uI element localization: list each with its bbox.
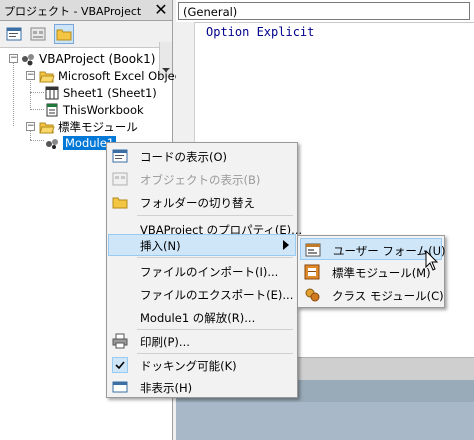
menu-item-dockable[interactable]: ドッキング可能(K) xyxy=(108,354,296,376)
collapse-root-toggle[interactable]: − xyxy=(9,54,18,63)
menu-item-label: 挿入(N) xyxy=(140,239,181,253)
folder-icon xyxy=(112,194,128,210)
workbook-icon xyxy=(46,103,58,116)
toggle-folders-icon xyxy=(56,29,72,41)
menu-separator xyxy=(137,215,293,216)
module-icon xyxy=(304,264,320,280)
collapse-excel-objects-toggle[interactable]: − xyxy=(26,71,35,80)
toggle-folders-button[interactable] xyxy=(54,24,74,44)
menu-item-label: ファイルのエクスポート(E)... xyxy=(140,288,294,302)
menu-item-remove-module[interactable]: Module1 の解放(R)... xyxy=(108,306,296,328)
tree-label-vbaproject: VBAProject (Book1) xyxy=(39,51,156,66)
code-line: Option Explicit xyxy=(206,25,315,39)
vbaproject-icon xyxy=(22,53,34,65)
menu-item-label: ドッキング可能(K) xyxy=(140,359,237,373)
view-code-button[interactable] xyxy=(4,24,24,44)
tree-node-sheet1[interactable]: Sheet1 (Sheet1) xyxy=(44,84,157,101)
class-module-icon xyxy=(304,287,320,303)
folder-open-icon xyxy=(39,122,55,133)
menu-item-import-file[interactable]: ファイルのインポート(I)... xyxy=(108,260,296,282)
view-object-button[interactable] xyxy=(28,24,48,44)
project-explorer-titlebar[interactable]: プロジェクト - VBAProject ✕ xyxy=(0,0,172,21)
view-object-icon xyxy=(30,27,46,41)
menu-item-label: 非表示(H) xyxy=(140,381,193,395)
menu-item-export-file[interactable]: ファイルのエクスポート(E)... xyxy=(108,283,296,305)
submenu-item-class-module[interactable]: クラス モジュール(C) xyxy=(300,284,444,306)
menu-item-label: Module1 の解放(R)... xyxy=(140,311,256,325)
object-combo-value: (General) xyxy=(183,5,238,19)
project-explorer-toolbar xyxy=(0,21,172,78)
collapse-modules-toggle[interactable]: − xyxy=(26,122,35,131)
userform-icon xyxy=(305,242,321,258)
menu-separator xyxy=(137,257,293,258)
view-code-icon xyxy=(6,27,22,41)
submenu-item-userform[interactable]: ユーザー フォーム(U) xyxy=(300,238,445,260)
tree-label-excel-objects: Microsoft Excel Objec xyxy=(58,68,182,83)
tree-node-vbaproject[interactable]: VBAProject (Book1) xyxy=(20,50,155,67)
insert-submenu: ユーザー フォーム(U) 標準モジュール(M) クラス モジュール(C) xyxy=(297,235,445,308)
context-menu: コードの表示(O) オブジェクトの表示(B) フォルダーの切り替え VBAPro… xyxy=(106,142,302,398)
mouse-cursor-icon xyxy=(425,250,439,271)
submenu-item-label: 標準モジュール(M) xyxy=(332,266,431,280)
menu-item-hide[interactable]: 非表示(H) xyxy=(108,376,296,398)
object-combo[interactable]: (General) xyxy=(178,2,470,20)
menu-item-insert[interactable]: 挿入(N) xyxy=(108,234,296,256)
menu-item-print[interactable]: 印刷(P)... xyxy=(108,330,296,352)
menu-item-view-code[interactable]: コードの表示(O) xyxy=(108,145,296,167)
menu-item-toggle-folders[interactable]: フォルダーの切り替え xyxy=(108,191,296,213)
tree-node-thisworkbook[interactable]: ThisWorkbook xyxy=(44,101,144,118)
project-explorer-title: プロジェクト - VBAProject xyxy=(4,5,142,18)
hide-window-icon xyxy=(112,379,128,395)
menu-item-label: 印刷(P)... xyxy=(140,335,190,349)
submenu-arrow-icon xyxy=(283,240,289,250)
tree-label-modules: 標準モジュール xyxy=(58,119,138,134)
check-icon xyxy=(112,357,128,373)
submenu-item-label: クラス モジュール(C) xyxy=(332,289,444,303)
tree-node-modules[interactable]: 標準モジュール xyxy=(39,118,138,135)
menu-item-label: コードの表示(O) xyxy=(140,150,228,164)
menu-item-label: オブジェクトの表示(B) xyxy=(140,173,261,187)
worksheet-icon xyxy=(45,86,59,99)
tree-label-thisworkbook: ThisWorkbook xyxy=(63,102,144,117)
menu-item-view-object[interactable]: オブジェクトの表示(B) xyxy=(108,168,296,190)
view-code-icon xyxy=(112,148,128,164)
printer-icon xyxy=(112,333,128,349)
module-icon xyxy=(46,138,58,149)
folder-open-icon xyxy=(39,71,55,82)
submenu-item-standard-module[interactable]: 標準モジュール(M) xyxy=(300,261,442,283)
menu-item-label: フォルダーの切り替え xyxy=(140,196,255,210)
view-object-icon xyxy=(112,171,128,187)
close-icon[interactable]: ✕ xyxy=(152,1,170,19)
tree-label-sheet1: Sheet1 (Sheet1) xyxy=(63,85,157,100)
menu-item-label: ファイルのインポート(I)... xyxy=(140,265,279,279)
tree-node-excel-objects[interactable]: Microsoft Excel Objec xyxy=(39,67,181,84)
